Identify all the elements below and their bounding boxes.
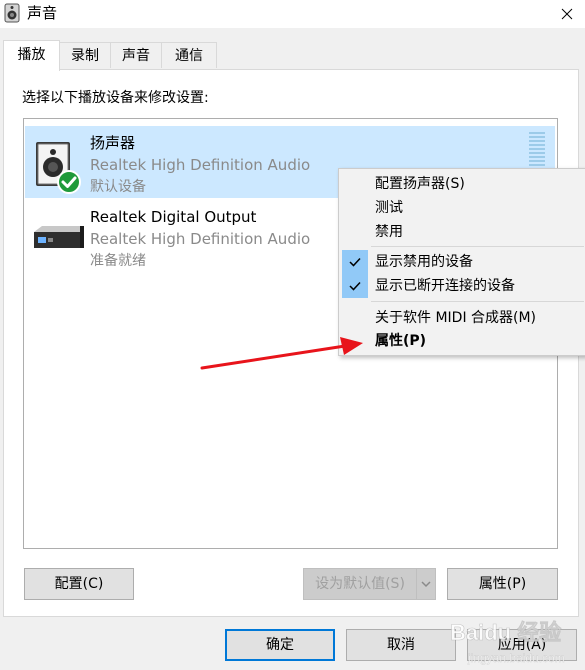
- check-icon: [342, 274, 368, 298]
- device-driver: Realtek High Definition Audio: [90, 230, 311, 248]
- device-driver: Realtek High Definition Audio: [90, 156, 311, 174]
- instruction-label: 选择以下播放设备来修改设置:: [22, 90, 209, 106]
- menu-item-label: 属性(P): [375, 333, 427, 349]
- menu-item-configure-speakers[interactable]: 配置扬声器(S): [339, 172, 585, 196]
- menu-item-show-disconnected[interactable]: 显示已断开连接的设备: [339, 274, 585, 298]
- menu-item-label: 关于软件 MIDI 合成器(M): [375, 310, 537, 326]
- menu-item-disable[interactable]: 禁用: [339, 220, 585, 244]
- check-icon: [342, 250, 368, 274]
- tab-recording[interactable]: 录制: [59, 42, 111, 68]
- window-title: 声音: [27, 4, 58, 22]
- chevron-down-icon: [421, 581, 431, 588]
- digital-output-icon: [34, 226, 84, 248]
- configure-button[interactable]: 配置(C): [24, 568, 134, 600]
- cancel-button[interactable]: 取消: [346, 629, 456, 661]
- tab-playback[interactable]: 播放: [3, 40, 60, 71]
- baidu-watermark-logo: Baidu 经验 jingyan.baidu.com: [450, 620, 565, 666]
- sound-dialog: 声音 播放 录制 声音 通信 选择以下播放设备来修改设置: 扬声器 Realte…: [0, 0, 585, 670]
- set-default-button[interactable]: 设为默认值(S): [303, 568, 417, 600]
- menu-separator: [371, 246, 584, 247]
- menu-separator: [371, 301, 584, 302]
- menu-item-label: 测试: [375, 200, 403, 216]
- svg-text:jingyan.baidu.com: jingyan.baidu.com: [467, 651, 565, 665]
- menu-item-label: 禁用: [375, 224, 403, 240]
- ok-button[interactable]: 确定: [225, 629, 335, 661]
- menu-item-test[interactable]: 测试: [339, 196, 585, 220]
- set-default-dropdown[interactable]: [416, 568, 436, 600]
- volume-level-meter: [529, 132, 545, 170]
- device-name: 扬声器: [90, 134, 136, 152]
- device-status: 准备就绪: [90, 253, 146, 269]
- menu-item-label: 配置扬声器(S): [375, 176, 465, 192]
- speaker-icon: [4, 3, 20, 23]
- annotation-arrow-icon: [200, 337, 363, 370]
- close-icon[interactable]: [549, 0, 585, 28]
- title-bar: 声音: [0, 0, 585, 28]
- device-name: Realtek Digital Output: [90, 208, 257, 226]
- speaker-device-icon: [36, 142, 81, 194]
- menu-item-properties[interactable]: 属性(P): [339, 329, 585, 353]
- device-status: 默认设备: [90, 179, 146, 195]
- svg-text:Baidu 经验: Baidu 经验: [450, 620, 561, 645]
- properties-button[interactable]: 属性(P): [447, 568, 558, 600]
- tab-communications[interactable]: 通信: [161, 42, 217, 68]
- menu-item-label: 显示已断开连接的设备: [375, 278, 515, 294]
- tab-sounds[interactable]: 声音: [110, 42, 162, 68]
- menu-item-show-disabled[interactable]: 显示禁用的设备: [339, 250, 585, 274]
- menu-item-about-midi[interactable]: 关于软件 MIDI 合成器(M): [339, 306, 585, 330]
- tab-strip: 播放 录制 声音 通信: [0, 40, 585, 71]
- menu-item-label: 显示禁用的设备: [375, 254, 473, 270]
- context-menu: 配置扬声器(S) 测试 禁用 显示禁用的设备 显示已断开连接的设备 关于软件 M…: [338, 168, 585, 356]
- default-check-icon: [57, 170, 81, 194]
